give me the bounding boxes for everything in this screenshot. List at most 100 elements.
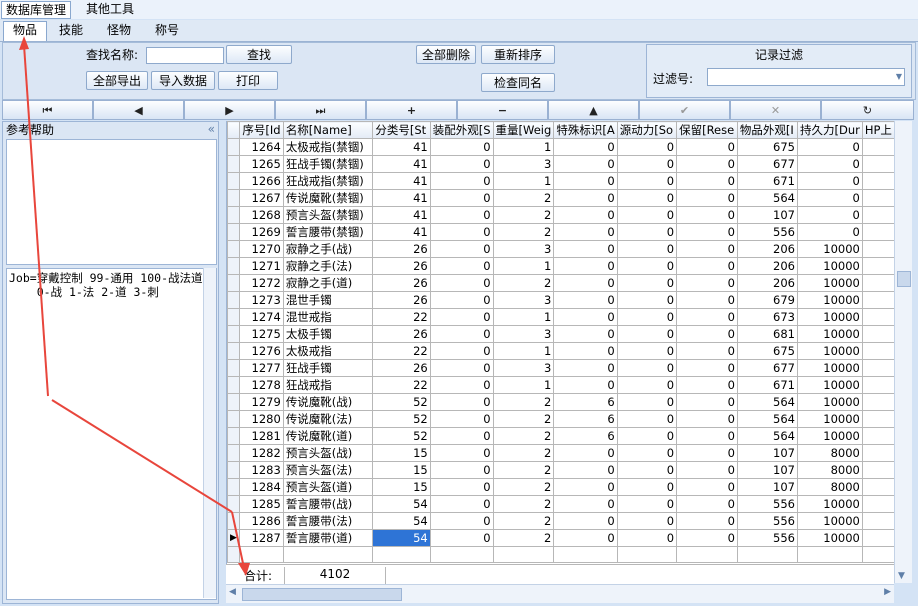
- col-shape-cell[interactable]: 0: [429, 461, 494, 479]
- col-weight-cell[interactable]: 3: [492, 359, 555, 377]
- row-indicator[interactable]: [227, 138, 241, 156]
- col-source-cell[interactable]: 0: [616, 529, 678, 547]
- col-stdmode-cell[interactable]: 41: [372, 189, 431, 207]
- menu-other-tools[interactable]: 其他工具: [82, 1, 138, 17]
- table-row[interactable]: 1273 混世手镯 26 0 3 0 0 0 679 10000: [227, 291, 895, 309]
- col-source-cell[interactable]: 0: [616, 393, 678, 411]
- col-stdmode-cell[interactable]: 22: [372, 376, 431, 394]
- col-weight-cell[interactable]: 1: [492, 138, 555, 156]
- col-anicount-cell[interactable]: 6: [553, 427, 618, 445]
- col-durability-cell[interactable]: 0: [796, 155, 863, 173]
- col-shape-cell[interactable]: 0: [429, 138, 494, 156]
- reorder-button[interactable]: 重新排序: [481, 45, 555, 64]
- col-anicount-cell[interactable]: 0: [553, 274, 618, 292]
- col-durability-cell[interactable]: 10000: [796, 410, 863, 428]
- table-row[interactable]: 1279 传说魔靴(战) 52 0 2 6 0 0 564 10000: [227, 393, 895, 411]
- hscroll-thumb[interactable]: [242, 588, 402, 601]
- col-id-cell[interactable]: 1283: [239, 461, 284, 479]
- col-hp-cell[interactable]: [861, 512, 895, 530]
- col-anicount-cell[interactable]: 0: [553, 240, 618, 258]
- col-reserved-cell[interactable]: 0: [676, 410, 738, 428]
- tab-skills[interactable]: 技能: [50, 22, 92, 39]
- col-weight-cell[interactable]: 2: [492, 495, 555, 513]
- table-row[interactable]: 1267 传说魔靴(禁锢) 41 0 2 0 0 0 564 0: [227, 189, 895, 207]
- col-stdmode-cell[interactable]: 26: [372, 359, 431, 377]
- col-looks-cell[interactable]: 107: [736, 461, 798, 479]
- col-weight-cell[interactable]: 2: [492, 529, 555, 547]
- import-button[interactable]: 导入数据: [151, 71, 215, 90]
- col-hp-cell[interactable]: [861, 155, 895, 173]
- table-row[interactable]: 1275 太极手镯 26 0 3 0 0 0 681 10000: [227, 325, 895, 343]
- col-name-cell[interactable]: 预言头盔(道): [282, 478, 374, 496]
- col-id-cell[interactable]: 1269: [239, 223, 284, 241]
- col-id-cell[interactable]: 1270: [239, 240, 284, 258]
- col-source-cell[interactable]: 0: [616, 478, 678, 496]
- col-source-cell[interactable]: 0: [616, 138, 678, 156]
- col-name-cell[interactable]: 混世手镯: [282, 291, 374, 309]
- row-indicator[interactable]: [227, 189, 241, 207]
- col-looks-cell[interactable]: 107: [736, 478, 798, 496]
- col-durability-cell[interactable]: 0: [796, 223, 863, 241]
- col-id-cell[interactable]: 1266: [239, 172, 284, 190]
- col-stdmode-cell[interactable]: 22: [372, 342, 431, 360]
- col-shape-cell[interactable]: 0: [429, 376, 494, 394]
- col-durability-cell[interactable]: 0: [796, 189, 863, 207]
- col-name-cell[interactable]: 誓言腰带(道): [282, 529, 374, 547]
- col-reserved-cell[interactable]: 0: [676, 223, 738, 241]
- col-weight-cell[interactable]: 2: [492, 410, 555, 428]
- table-row[interactable]: 1276 太极戒指 22 0 1 0 0 0 675 10000: [227, 342, 895, 360]
- col-durability[interactable]: 持久力[Dur: [796, 121, 863, 139]
- search-input[interactable]: [146, 47, 224, 64]
- table-row[interactable]: 1277 狂战手镯 26 0 3 0 0 0 677 10000: [227, 359, 895, 377]
- col-durability-cell[interactable]: 10000: [796, 393, 863, 411]
- col-reserved-cell[interactable]: 0: [676, 478, 738, 496]
- col-looks-cell[interactable]: 206: [736, 240, 798, 258]
- col-stdmode[interactable]: 分类号[St: [372, 121, 431, 139]
- col-weight-cell[interactable]: 3: [492, 240, 555, 258]
- col-hp-cell[interactable]: [861, 461, 895, 479]
- col-reserved-cell[interactable]: 0: [676, 172, 738, 190]
- col-durability-cell[interactable]: 10000: [796, 512, 863, 530]
- col-weight-cell[interactable]: 1: [492, 257, 555, 275]
- row-indicator[interactable]: [227, 206, 241, 224]
- col-shape-cell[interactable]: 0: [429, 291, 494, 309]
- col-reserved-cell[interactable]: 0: [676, 155, 738, 173]
- col-shape[interactable]: 装配外观[S: [429, 121, 494, 139]
- col-source-cell[interactable]: 0: [616, 172, 678, 190]
- col-source-cell[interactable]: 0: [616, 359, 678, 377]
- col-stdmode-cell[interactable]: 52: [372, 393, 431, 411]
- col-reserved-cell[interactable]: 0: [676, 325, 738, 343]
- col-id-cell[interactable]: 1274: [239, 308, 284, 326]
- col-stdmode-cell[interactable]: 52: [372, 410, 431, 428]
- table-row[interactable]: 1264 太极戒指(禁锢) 41 0 1 0 0 0 675 0: [227, 138, 895, 156]
- col-shape-cell[interactable]: 0: [429, 495, 494, 513]
- col-id-cell[interactable]: 1279: [239, 393, 284, 411]
- row-indicator[interactable]: [227, 291, 241, 309]
- first-record-button[interactable]: ⏮: [2, 100, 93, 120]
- col-stdmode-cell[interactable]: 26: [372, 291, 431, 309]
- col-weight-cell[interactable]: 3: [492, 155, 555, 173]
- col-name-cell[interactable]: 传说魔靴(道): [282, 427, 374, 445]
- col-name-cell[interactable]: 太极戒指: [282, 342, 374, 360]
- table-row[interactable]: 1281 传说魔靴(道) 52 0 2 6 0 0 564 10000: [227, 427, 895, 445]
- col-hp-cell[interactable]: [861, 444, 895, 462]
- col-durability-cell[interactable]: 8000: [796, 478, 863, 496]
- table-row[interactable]: 1272 寂静之手(道) 26 0 2 0 0 0 206 10000: [227, 274, 895, 292]
- col-looks-cell[interactable]: 556: [736, 223, 798, 241]
- col-source-cell[interactable]: 0: [616, 206, 678, 224]
- col-hp-cell[interactable]: [861, 478, 895, 496]
- col-weight-cell[interactable]: 1: [492, 342, 555, 360]
- col-anicount-cell[interactable]: 0: [553, 155, 618, 173]
- col-weight-cell[interactable]: 3: [492, 291, 555, 309]
- col-reserved-cell[interactable]: 0: [676, 274, 738, 292]
- col-shape-cell[interactable]: 0: [429, 393, 494, 411]
- col-reserved-cell[interactable]: 0: [676, 444, 738, 462]
- col-reserved-cell[interactable]: 0: [676, 257, 738, 275]
- col-shape-cell[interactable]: 0: [429, 223, 494, 241]
- col-anicount-cell[interactable]: 0: [553, 512, 618, 530]
- col-id-cell[interactable]: 1264: [239, 138, 284, 156]
- col-shape-cell[interactable]: 0: [429, 512, 494, 530]
- tab-monsters[interactable]: 怪物: [97, 22, 141, 39]
- edit-record-button[interactable]: ▲: [548, 100, 639, 120]
- table-row[interactable]: 1274 混世戒指 22 0 1 0 0 0 673 10000: [227, 308, 895, 326]
